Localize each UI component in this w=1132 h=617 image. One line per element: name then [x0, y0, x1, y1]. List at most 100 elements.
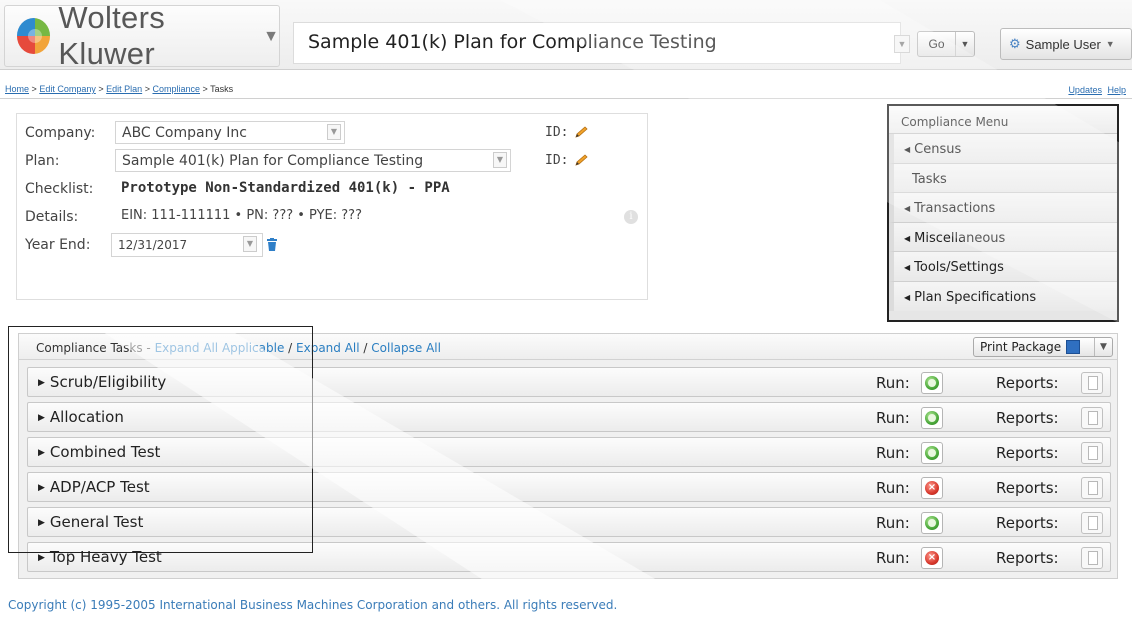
- plan-selector-dropdown[interactable]: ▼: [894, 35, 910, 53]
- menu-item-plan-specifications[interactable]: ◀ Plan Specifications: [889, 281, 1117, 311]
- reports-label: Reports:: [996, 479, 1059, 497]
- plan-selector[interactable]: Sample 401(k) Plan for Compliance Testin…: [293, 22, 901, 64]
- expand-all-link[interactable]: Expand All: [296, 341, 360, 355]
- run-button[interactable]: [921, 442, 943, 464]
- plan-value: Sample 401(k) Plan for Compliance Testin…: [122, 153, 424, 169]
- plan-row: Plan: Sample 401(k) Plan for Compliance …: [17, 148, 649, 174]
- collapse-all-link[interactable]: Collapse All: [371, 341, 441, 355]
- caret-left-icon: ◀: [904, 292, 911, 302]
- caret-right-icon: ▶: [38, 378, 45, 388]
- task-row-scrub-eligibility[interactable]: ▶ Scrub/Eligibility Run: Reports:: [27, 367, 1111, 397]
- user-menu-button[interactable]: ⚙ Sample User ▼: [1000, 28, 1132, 60]
- chevron-down-icon[interactable]: ▼: [1094, 338, 1112, 356]
- run-label: Run:: [876, 479, 910, 497]
- pencil-icon[interactable]: [573, 153, 591, 167]
- caret-right-icon: ▶: [38, 518, 45, 528]
- company-id-label: ID:: [545, 125, 569, 140]
- tasks-title-text: Compliance Tasks -: [36, 341, 155, 355]
- run-label: Run:: [876, 444, 910, 462]
- menu-item-census[interactable]: ◀ Census: [889, 134, 1117, 164]
- breadcrumb-edit-plan[interactable]: Edit Plan: [106, 84, 142, 94]
- info-icon[interactable]: i: [624, 210, 638, 224]
- menu-item-label: Plan Specifications: [914, 289, 1037, 305]
- menu-item-tools-settings[interactable]: ◀ Tools/Settings: [889, 252, 1117, 282]
- task-name[interactable]: ▶ General Test: [38, 513, 143, 531]
- document-icon: [1088, 376, 1098, 390]
- caret-left-icon: ◀: [904, 233, 911, 243]
- run-label: Run:: [876, 409, 910, 427]
- menu-item-tasks[interactable]: Tasks: [889, 163, 1117, 193]
- document-icon: [1088, 446, 1098, 460]
- reports-button[interactable]: [1081, 442, 1103, 464]
- run-button[interactable]: [921, 372, 943, 394]
- divider: [0, 98, 1132, 99]
- menu-item-label: Tasks: [912, 171, 947, 187]
- plan-selector-value: Sample 401(k) Plan for Compliance Testin…: [308, 31, 717, 53]
- breadcrumb-separator: >: [144, 84, 150, 94]
- expand-all-applicable-link[interactable]: Expand All Applicable: [155, 341, 285, 355]
- reports-button[interactable]: [1081, 372, 1103, 394]
- task-name[interactable]: ▶ ADP/ACP Test: [38, 478, 150, 496]
- task-row-adp-acp-test[interactable]: ▶ ADP/ACP Test Run: × Reports:: [27, 472, 1111, 502]
- menu-item-label: Tools/Settings: [914, 260, 1004, 275]
- print-package-button[interactable]: Print Package ▼: [973, 337, 1113, 357]
- chevron-down-icon[interactable]: ▼: [956, 39, 974, 49]
- task-row-combined-test[interactable]: ▶ Combined Test Run: Reports:: [27, 437, 1111, 467]
- task-row-allocation[interactable]: ▶ Allocation Run: Reports:: [27, 402, 1111, 432]
- company-label: Company:: [25, 125, 96, 141]
- chevron-down-icon[interactable]: ▼: [243, 236, 257, 252]
- caret-left-icon: ◀: [904, 263, 911, 272]
- checklist-value: Prototype Non-Standardized 401(k) - PPA: [121, 180, 450, 196]
- menu-item-label: Transactions: [914, 201, 996, 216]
- document-icon: [1088, 551, 1098, 565]
- run-button[interactable]: ×: [921, 477, 943, 499]
- plan-info-panel: Company: ABC Company Inc ▼ ID: Plan: Sam…: [16, 113, 648, 300]
- go-button[interactable]: Go ▼: [917, 31, 975, 57]
- document-icon: [1088, 481, 1098, 495]
- task-label: Combined Test: [49, 443, 161, 461]
- reports-button[interactable]: [1081, 547, 1103, 569]
- task-name[interactable]: ▶ Scrub/Eligibility: [38, 373, 166, 391]
- year-end-select[interactable]: 12/31/2017: [111, 233, 263, 257]
- breadcrumb-current: Tasks: [210, 84, 234, 94]
- reports-button[interactable]: [1081, 407, 1103, 429]
- reports-button[interactable]: [1081, 512, 1103, 534]
- updates-link[interactable]: Updates: [1068, 85, 1102, 95]
- breadcrumb-compliance[interactable]: Compliance: [152, 84, 200, 94]
- brand-menu[interactable]: Wolters Kluwer ▼: [4, 0, 280, 71]
- task-row-general-test[interactable]: ▶ General Test Run: Reports:: [27, 507, 1111, 537]
- task-name[interactable]: ▶ Allocation: [38, 408, 124, 426]
- menu-item-transactions[interactable]: ◀ Transactions: [889, 193, 1117, 223]
- run-button[interactable]: [921, 407, 943, 429]
- plan-select[interactable]: Sample 401(k) Plan for Compliance Testin…: [115, 149, 511, 172]
- help-link[interactable]: Help: [1107, 85, 1126, 95]
- company-select[interactable]: ABC Company Inc: [115, 121, 345, 144]
- breadcrumb-separator: >: [31, 84, 37, 94]
- user-name: Sample User: [1025, 36, 1101, 52]
- run-button[interactable]: ×: [921, 547, 943, 569]
- task-name[interactable]: ▶ Combined Test: [38, 443, 160, 461]
- menu-item-miscellaneous[interactable]: ◀ Miscellaneous: [889, 222, 1117, 252]
- go-button-label: Go: [918, 32, 956, 56]
- trash-icon[interactable]: [267, 238, 277, 251]
- chevron-down-icon[interactable]: ▼: [493, 152, 507, 168]
- task-name[interactable]: ▶ Top Heavy Test: [38, 548, 162, 566]
- year-end-label: Year End:: [25, 237, 91, 253]
- check-circle-icon: [925, 376, 939, 390]
- caret-right-icon: ▶: [38, 483, 45, 493]
- reports-label: Reports:: [996, 409, 1059, 427]
- breadcrumb-edit-company[interactable]: Edit Company: [39, 84, 96, 94]
- help-links: Updates Help: [1065, 85, 1126, 95]
- tasks-panel-header: Compliance Tasks - Expand All Applicable…: [19, 334, 1117, 360]
- print-package-label: Print Package: [980, 340, 1062, 354]
- task-label: Allocation: [49, 408, 124, 426]
- run-button[interactable]: [921, 512, 943, 534]
- gear-icon: ⚙: [1009, 36, 1021, 51]
- task-row-top-heavy-test[interactable]: ▶ Top Heavy Test Run: × Reports:: [27, 542, 1111, 572]
- reports-label: Reports:: [996, 549, 1059, 567]
- wolters-kluwer-logo-icon: [17, 18, 51, 54]
- pencil-icon[interactable]: [573, 125, 591, 139]
- chevron-down-icon[interactable]: ▼: [327, 124, 341, 140]
- breadcrumb-home[interactable]: Home: [5, 84, 29, 94]
- reports-button[interactable]: [1081, 477, 1103, 499]
